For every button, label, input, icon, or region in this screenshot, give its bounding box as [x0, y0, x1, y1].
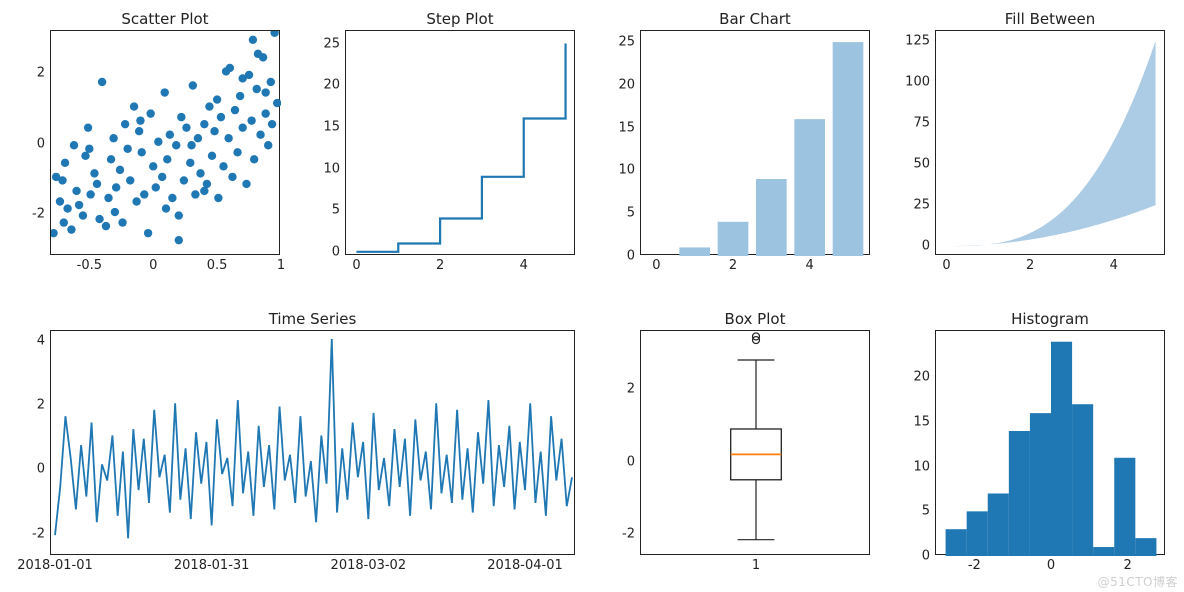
- y-tick-label: 75: [913, 115, 930, 130]
- y-tick-label: 20: [913, 370, 930, 385]
- scatter-panel: Scatter Plot -0.500.51-202: [50, 30, 280, 255]
- hist-panel: Histogram -20205101520: [935, 330, 1165, 555]
- y-tick-label: 20: [618, 77, 635, 92]
- fill-title: Fill Between: [935, 10, 1165, 28]
- chart-grid: Scatter Plot -0.500.51-202 Step Plot 024…: [0, 0, 1184, 592]
- x-tick-label: 0: [149, 258, 157, 273]
- y-tick-label: 0: [627, 454, 635, 469]
- ts-axes: -20242018-01-012018-01-312018-03-022018-…: [50, 330, 575, 555]
- hist-axes: -20205101520: [935, 330, 1165, 555]
- y-tick-label: 0: [627, 249, 635, 264]
- bar-panel: Bar Chart 0240510152025: [640, 30, 870, 255]
- x-tick-label: 2: [1124, 558, 1132, 573]
- fill-axes: 0240255075100125: [935, 30, 1165, 255]
- bar-axes: 0240510152025: [640, 30, 870, 255]
- x-tick-label: 2: [436, 258, 444, 273]
- y-tick-label: 15: [618, 120, 635, 135]
- box-axes: 1-202: [640, 330, 870, 555]
- x-tick-label: 4: [520, 258, 528, 273]
- y-tick-label: 25: [618, 35, 635, 50]
- x-tick-label: 2: [729, 258, 737, 273]
- x-tick-label: 0.5: [207, 258, 228, 273]
- step-axes: 0240510152025: [345, 30, 575, 255]
- y-tick-label: 15: [913, 415, 930, 430]
- x-tick-label: -2: [968, 558, 981, 573]
- x-tick-label: 2: [1026, 258, 1034, 273]
- y-tick-label: 0: [37, 462, 45, 477]
- y-tick-label: 50: [913, 157, 930, 172]
- y-tick-label: -2: [32, 206, 45, 221]
- step-title: Step Plot: [345, 10, 575, 28]
- bar-title: Bar Chart: [640, 10, 870, 28]
- y-tick-label: 5: [627, 206, 635, 221]
- y-tick-label: 2: [627, 382, 635, 397]
- x-tick-label: 1: [277, 258, 285, 273]
- x-tick-label: 4: [1110, 258, 1118, 273]
- x-tick-label: 0: [942, 258, 950, 273]
- ts-panel: Time Series -20242018-01-012018-01-31201…: [50, 330, 575, 555]
- y-tick-label: 25: [913, 198, 930, 213]
- y-tick-label: 0: [922, 239, 930, 254]
- x-tick-label: 2018-04-01: [487, 558, 563, 573]
- y-tick-label: 5: [332, 203, 340, 218]
- x-tick-label: 0: [1047, 558, 1055, 573]
- y-tick-label: 15: [323, 119, 340, 134]
- y-tick-label: 125: [905, 33, 930, 48]
- x-tick-label: 2018-03-02: [331, 558, 407, 573]
- y-tick-label: 2: [37, 397, 45, 412]
- y-tick-label: -2: [32, 526, 45, 541]
- y-tick-label: 0: [37, 136, 45, 151]
- watermark-label: @51CTO博客: [1098, 573, 1178, 590]
- x-tick-label: 2018-01-01: [17, 558, 93, 573]
- x-tick-label: 0: [652, 258, 660, 273]
- y-tick-label: 4: [37, 333, 45, 348]
- y-tick-label: -2: [622, 527, 635, 542]
- x-tick-label: 0: [352, 258, 360, 273]
- y-tick-label: 100: [905, 74, 930, 89]
- y-tick-label: 10: [913, 459, 930, 474]
- box-title: Box Plot: [640, 310, 870, 328]
- x-tick-label: 1: [752, 558, 760, 573]
- y-tick-label: 2: [37, 66, 45, 81]
- fill-panel: Fill Between 0240255075100125: [935, 30, 1165, 255]
- y-tick-label: 0: [332, 244, 340, 259]
- y-tick-label: 25: [323, 36, 340, 51]
- scatter-title: Scatter Plot: [50, 10, 280, 28]
- hist-title: Histogram: [935, 310, 1165, 328]
- box-panel: Box Plot 1-202: [640, 330, 870, 555]
- step-panel: Step Plot 0240510152025: [345, 30, 575, 255]
- ts-title: Time Series: [50, 310, 575, 328]
- y-tick-label: 5: [922, 504, 930, 519]
- scatter-axes: -0.500.51-202: [50, 30, 280, 255]
- x-tick-label: 4: [806, 258, 814, 273]
- y-tick-label: 20: [323, 78, 340, 93]
- y-tick-label: 10: [323, 161, 340, 176]
- x-tick-label: 2018-01-31: [174, 558, 250, 573]
- x-tick-label: -0.5: [77, 258, 102, 273]
- y-tick-label: 0: [922, 549, 930, 564]
- y-tick-label: 10: [618, 163, 635, 178]
